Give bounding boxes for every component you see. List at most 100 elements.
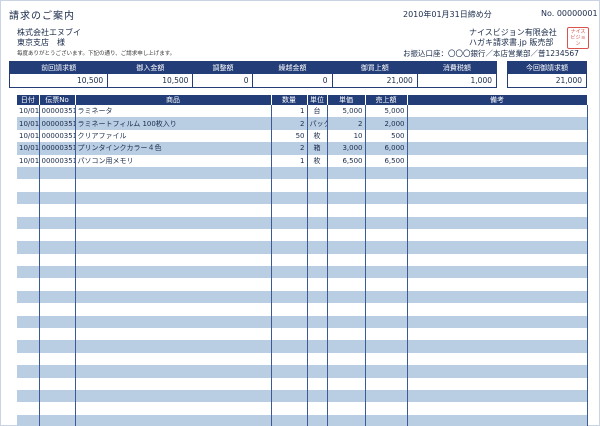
table-cell	[365, 328, 408, 341]
table-cell	[307, 352, 328, 366]
table-cell: 5,000	[365, 105, 408, 118]
table-cell	[365, 377, 408, 390]
table-cell	[39, 303, 76, 316]
table-cell	[407, 328, 588, 341]
table-row	[17, 228, 588, 242]
summary-value: 21,000	[331, 73, 418, 88]
summary-header: 調整額	[192, 61, 254, 74]
summary-header: 御入金額	[107, 61, 194, 74]
table-cell: 10/01/15	[17, 105, 40, 118]
table-cell	[17, 179, 40, 192]
table-cell	[75, 191, 272, 205]
table-cell	[271, 278, 308, 291]
bank-account: お振込口座：〇〇〇銀行／本店営業部／普1234567	[403, 49, 579, 58]
table-cell	[75, 328, 272, 341]
table-cell	[327, 241, 366, 254]
table-cell	[39, 266, 76, 279]
customer-branch: 東京支店 様	[17, 38, 65, 47]
table-cell	[39, 216, 76, 229]
table-cell	[365, 253, 408, 267]
table-cell	[327, 278, 366, 291]
table-cell	[17, 377, 40, 390]
table-cell	[327, 402, 366, 415]
invoice-number: No. 00000001	[541, 9, 598, 18]
table-cell	[365, 179, 408, 192]
table-cell	[271, 266, 308, 279]
table-cell	[271, 216, 308, 229]
column-header: 商品	[75, 95, 272, 105]
table-cell	[17, 328, 40, 341]
column-header: 備考	[407, 95, 588, 105]
table-cell	[75, 290, 272, 304]
table-cell	[17, 253, 40, 267]
table-cell	[271, 179, 308, 192]
table-cell	[39, 377, 76, 390]
summary-value: 10,500	[107, 73, 194, 88]
table-cell	[39, 389, 76, 403]
table-cell	[39, 290, 76, 304]
table-cell: 2	[271, 117, 308, 130]
table-cell	[39, 166, 76, 180]
summary-value: 1,000	[416, 73, 498, 88]
column-header: 数量	[271, 95, 308, 105]
table-row	[17, 328, 588, 341]
table-cell	[307, 216, 328, 229]
table-row	[17, 352, 588, 366]
table-cell	[407, 340, 588, 353]
column-header: 単位	[307, 95, 328, 105]
table-cell	[17, 365, 40, 378]
table-cell: 5,000	[327, 105, 366, 118]
table-cell	[75, 204, 272, 217]
table-cell	[327, 352, 366, 366]
column-header: 日付	[17, 95, 40, 105]
table-cell	[17, 191, 40, 205]
table-cell: パック	[307, 117, 328, 130]
table-cell	[365, 315, 408, 329]
table-cell	[307, 166, 328, 180]
table-cell	[307, 253, 328, 267]
table-cell	[75, 166, 272, 180]
table-cell	[75, 228, 272, 242]
table-cell	[407, 253, 588, 267]
table-cell	[39, 241, 76, 254]
table-row	[17, 191, 588, 205]
table-cell	[17, 389, 40, 403]
table-cell	[271, 290, 308, 304]
table-row	[17, 241, 588, 254]
table-row	[17, 278, 588, 291]
table-cell: 50	[271, 129, 308, 143]
table-cell	[39, 278, 76, 291]
table-cell	[407, 389, 588, 403]
table-cell	[365, 278, 408, 291]
table-cell	[407, 377, 588, 390]
table-cell	[307, 290, 328, 304]
table-cell: 10/01/15	[17, 129, 40, 143]
table-cell	[17, 290, 40, 304]
table-cell: 1	[271, 154, 308, 167]
table-cell	[75, 266, 272, 279]
table-cell	[271, 402, 308, 415]
summary-value: 10,500	[8, 73, 109, 88]
table-cell	[307, 179, 328, 192]
table-cell	[365, 228, 408, 242]
summary-header: 消費税額	[416, 61, 498, 74]
summary-value: 0	[192, 73, 254, 88]
table-cell	[271, 414, 308, 426]
current-invoice-amount: 今回御請求額 21,000	[507, 61, 587, 88]
table-cell	[17, 402, 40, 415]
table-cell	[39, 253, 76, 267]
table-row: 10/01/1500000351クリアファイル50枚10500	[17, 129, 588, 143]
table-cell	[307, 402, 328, 415]
table-cell	[407, 191, 588, 205]
table-row	[17, 315, 588, 329]
table-cell: 6,500	[327, 154, 366, 167]
table-cell	[307, 303, 328, 316]
table-cell	[407, 365, 588, 378]
table-cell: 00000351	[39, 105, 76, 118]
table-cell	[407, 315, 588, 329]
table-cell	[365, 166, 408, 180]
company-seal-stamp: ナイスビジョン	[567, 27, 589, 49]
table-row: 10/01/1500000351ラミネートフィルム 100枚入り2パック22,0…	[17, 117, 588, 130]
table-cell	[75, 253, 272, 267]
table-cell	[75, 377, 272, 390]
